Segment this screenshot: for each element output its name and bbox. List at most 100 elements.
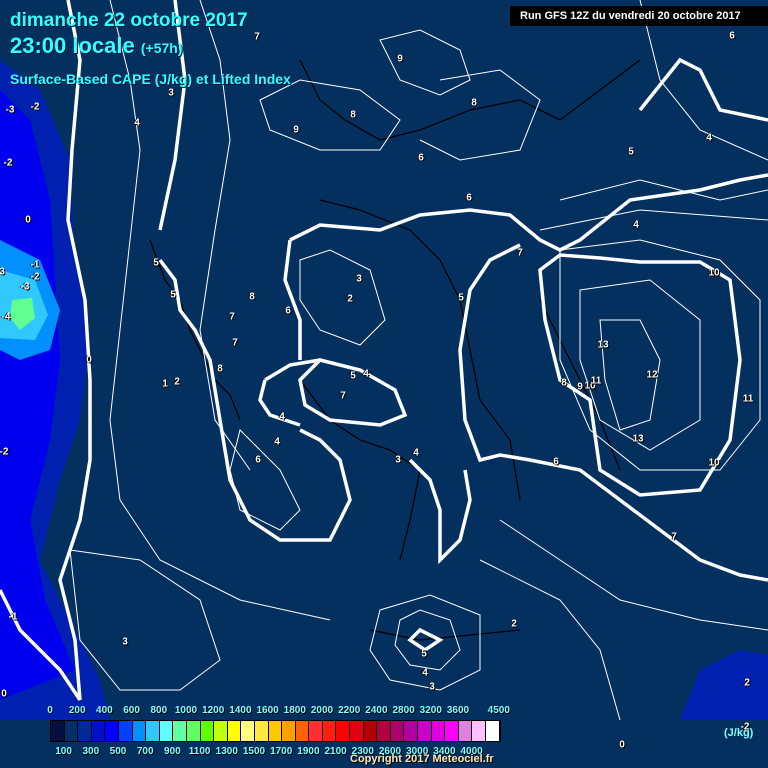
contour-label: 8 — [471, 97, 477, 109]
contour-label: 11 — [742, 393, 754, 405]
legend-swatch — [322, 721, 337, 741]
legend-tick-bottom: 700 — [136, 746, 154, 757]
legend-tick-bottom: 1100 — [188, 746, 211, 757]
legend-tick-top: 400 — [96, 705, 113, 716]
contour-label: 12 — [646, 369, 658, 381]
contour-label: 8 — [217, 363, 223, 375]
legend-swatch — [418, 721, 432, 741]
contour-label: 4 — [422, 667, 428, 679]
contour-label: 7 — [340, 390, 346, 402]
contour-label: 10 — [708, 457, 720, 469]
run-info: Run GFS 12Z du vendredi 20 octobre 2017 — [510, 6, 768, 26]
contour-label: 4 — [413, 447, 419, 459]
legend-swatch — [51, 721, 65, 741]
contour-label: 7 — [254, 31, 260, 43]
legend-tick-top: 2000 — [310, 705, 334, 716]
zero-contours — [0, 0, 768, 701]
contour-label: -4 — [1, 311, 11, 323]
legend-tick-top: 1800 — [283, 705, 306, 716]
legend-swatch — [295, 721, 310, 741]
legend-swatch — [282, 721, 296, 741]
contour-label: 8 — [561, 377, 567, 389]
legend-swatch — [118, 721, 133, 741]
legend-tick-bottom: 900 — [164, 746, 181, 757]
contour-label: 5 — [153, 257, 159, 269]
legend-tick-top: 600 — [123, 705, 140, 716]
contour-label: 7 — [229, 311, 235, 323]
legend-swatch — [105, 721, 119, 741]
contour-label: 5 — [350, 370, 356, 382]
legend-tick-top: 2200 — [338, 705, 361, 716]
contour-label: 2 — [744, 677, 750, 689]
legend-swatch — [64, 721, 79, 741]
legend-swatch — [132, 721, 147, 741]
contour-label: 4 — [274, 436, 280, 448]
contour-label: 5 — [458, 292, 464, 304]
local-time: 23:00 locale — [10, 33, 135, 58]
contour-label: -2 — [30, 101, 40, 113]
legend-swatch — [268, 721, 283, 741]
contour-label: 6 — [285, 305, 291, 317]
contour-label: 6 — [466, 192, 472, 204]
contour-label: 2 — [511, 618, 517, 630]
contour-label: 6 — [418, 152, 424, 164]
legend-tick-top: 4500 — [487, 705, 510, 716]
contour-label: 4 — [706, 132, 712, 144]
map-field — [0, 0, 768, 721]
contour-label: -3 — [20, 281, 30, 293]
legend-unit: (J/kg) — [724, 727, 754, 739]
contour-label: 10 — [708, 267, 720, 279]
contour-label: 6 — [255, 454, 261, 466]
contour-label: 6 — [553, 456, 559, 468]
legend-tick-top: 200 — [68, 705, 86, 716]
legend-tick-top: 1000 — [174, 705, 198, 716]
legend-swatch — [227, 721, 242, 741]
contour-label: -1 — [8, 611, 18, 623]
legend-tick-top: 2800 — [392, 705, 415, 716]
legend-tick-top: 1400 — [229, 705, 252, 716]
color-legend — [50, 720, 501, 742]
legend-swatch — [390, 721, 405, 741]
legend-tick-top: 2400 — [365, 705, 388, 716]
legend-swatch — [146, 721, 160, 741]
legend-swatch — [445, 721, 459, 741]
contour-label: 5 — [421, 648, 427, 660]
contour-label: 0 — [619, 739, 625, 751]
contour-label: -2 — [3, 157, 13, 169]
forecast-time: 23:00 locale (+57h) — [10, 33, 183, 59]
contour-label: -2 — [30, 271, 40, 283]
legend-tick-bottom: 2100 — [324, 746, 347, 757]
contour-label: -2 — [0, 446, 9, 458]
contour-label: 3 — [395, 454, 401, 466]
legend-swatch — [363, 721, 378, 741]
contour-label: 3 — [356, 273, 362, 285]
contour-label: 4 — [363, 368, 369, 380]
contour-label: 7 — [671, 531, 677, 543]
legend-swatch — [91, 721, 106, 741]
legend-swatch — [214, 721, 228, 741]
legend-tick-top: 3200 — [419, 705, 442, 716]
legend-swatch — [186, 721, 201, 741]
legend-swatch — [254, 721, 269, 741]
legend-swatch — [78, 721, 92, 741]
contour-label: 13 — [597, 339, 609, 351]
contour-label: 11 — [590, 375, 602, 387]
legend-tick-top: 0 — [47, 705, 53, 716]
contour-label: 9 — [397, 53, 403, 65]
contour-label: 0 — [25, 214, 31, 226]
legend-swatch — [173, 721, 187, 741]
legend-swatch — [159, 721, 174, 741]
lead-time: (+57h) — [140, 40, 183, 56]
legend-swatch — [200, 721, 215, 741]
contour-label: 6 — [729, 30, 735, 42]
contour-label: 8 — [249, 291, 255, 303]
contour-label: 5 — [628, 146, 634, 158]
legend-tick-bottom: 1700 — [270, 746, 293, 757]
legend-tick-bottom: 500 — [109, 746, 127, 757]
contour-label: 3 — [168, 87, 174, 99]
legend-tick-top: 1200 — [202, 705, 225, 716]
lifted-index-contours — [69, 0, 768, 721]
legend-tick-bottom: 1300 — [215, 746, 238, 757]
contour-label: 7 — [517, 247, 523, 259]
legend-swatch — [404, 721, 419, 741]
